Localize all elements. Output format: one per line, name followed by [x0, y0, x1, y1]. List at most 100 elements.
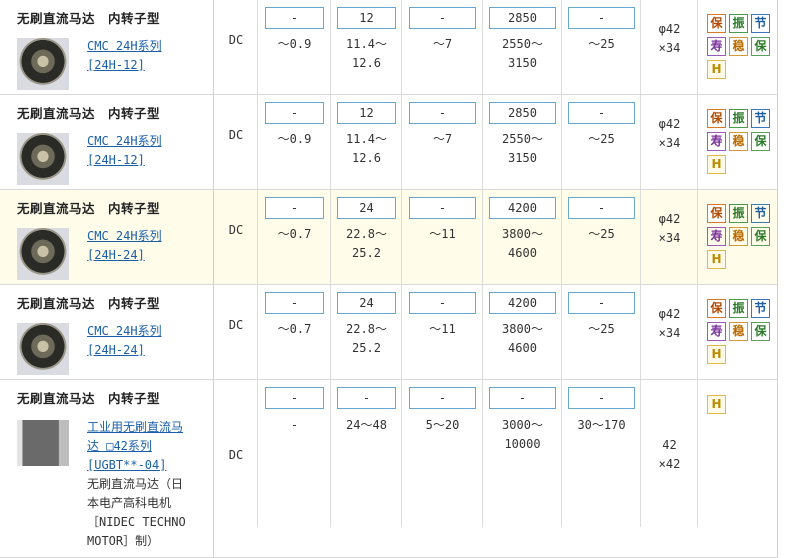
spec-box[interactable]: - [489, 387, 556, 409]
type-cell: DC [214, 0, 258, 94]
product-link[interactable]: CMC 24H系列 [24H-12] [87, 132, 162, 170]
size-cell: 42 ×42 [641, 380, 698, 527]
spec-value: 24～48 [346, 418, 387, 432]
spec-value: ～25 [588, 227, 615, 241]
long-life-icon: 寿 [707, 132, 726, 151]
spec-value: ～0.9 [277, 132, 312, 146]
spec-box[interactable]: - [409, 197, 476, 219]
size-value: φ42 ×34 [658, 22, 681, 55]
feature-icons-cell: 保 振 节 寿 稳 保 H [698, 285, 778, 379]
spec-box[interactable]: - [265, 292, 324, 314]
spec-cell: 2850 2550～ 3150 [483, 0, 562, 94]
h-class-icon: H [707, 155, 726, 174]
product-link-line[interactable]: 工业用无刷直流马 [87, 418, 183, 437]
spec-box[interactable]: - [265, 387, 324, 409]
spec-box[interactable]: - [409, 7, 476, 29]
vibration-icon: 振 [729, 204, 748, 223]
spec-box[interactable]: 4200 [489, 292, 556, 314]
motor-thumbnail[interactable] [17, 323, 69, 375]
product-link-line[interactable]: CMC 24H系列 [87, 322, 162, 341]
type-value: DC [228, 223, 244, 237]
motor-thumbnail[interactable] [17, 133, 69, 185]
h-class-icon: H [707, 395, 726, 414]
product-link[interactable]: CMC 24H系列 [24H-24] [87, 322, 162, 360]
spec-value: 2550～ 3150 [502, 132, 543, 165]
spec-box[interactable]: 24 [337, 197, 396, 219]
product-link-line[interactable]: CMC 24H系列 [87, 132, 162, 151]
product-link-line[interactable]: CMC 24H系列 [87, 227, 162, 246]
spec-box[interactable]: 24 [337, 292, 396, 314]
spec-box[interactable]: 4200 [489, 197, 556, 219]
spec-value: 22.8～ 25.2 [346, 227, 387, 260]
spec-box[interactable]: - [409, 292, 476, 314]
spec-box[interactable]: - [568, 387, 635, 409]
energy-saving-icon: 节 [751, 14, 770, 33]
product-link-line[interactable]: 达 □42系列 [87, 437, 183, 456]
product-link[interactable]: CMC 24H系列 [24H-24] [87, 227, 162, 265]
spec-value: 3000～ 10000 [502, 418, 543, 451]
spec-box[interactable]: - [568, 7, 635, 29]
spec-cell: 4200 3800～ 4600 [483, 285, 562, 379]
product-link-line[interactable]: [24H-24] [87, 246, 162, 265]
product-title: 无刷直流马达 内转子型 [17, 201, 161, 216]
table-row: 无刷直流马达 内转子型 CMC 24H系列 [24H-12] DC - ～0.9… [0, 0, 778, 95]
spec-box[interactable]: 12 [337, 102, 396, 124]
product-link-line[interactable]: CMC 24H系列 [87, 37, 162, 56]
spec-box[interactable]: - [568, 197, 635, 219]
spec-value: 22.8～ 25.2 [346, 322, 387, 355]
spec-box[interactable]: - [409, 387, 476, 409]
feature-icons-cell: H [698, 380, 778, 557]
motor-thumbnail[interactable] [17, 38, 69, 90]
product-link-line[interactable]: [24H-12] [87, 56, 162, 75]
spec-value: ～0.9 [277, 37, 312, 51]
spec-value: ～7 [432, 37, 453, 51]
stability-icon: 稳 [729, 37, 748, 56]
spec-box[interactable]: - [568, 102, 635, 124]
motor-thumbnail[interactable] [17, 420, 69, 466]
size-cell: φ42 ×34 [641, 95, 698, 189]
spec-cell: 24 22.8～ 25.2 [331, 285, 402, 379]
product-link-line[interactable]: [24H-12] [87, 151, 162, 170]
spec-cell: - ～0.9 [258, 0, 331, 94]
type-cell: DC [214, 190, 258, 284]
spec-box[interactable]: 12 [337, 7, 396, 29]
spec-cell: - 5～20 [402, 380, 483, 527]
product-link[interactable]: 工业用无刷直流马 达 □42系列 [UGBT**-04] [87, 418, 183, 475]
spec-cell: - ～11 [402, 285, 483, 379]
spec-box[interactable]: - [265, 197, 324, 219]
spec-box[interactable]: - [265, 102, 324, 124]
stability-icon: 稳 [729, 322, 748, 341]
h-class-icon: H [707, 250, 726, 269]
h-class-icon: H [707, 60, 726, 79]
spec-box[interactable]: 2850 [489, 102, 556, 124]
feature-icons-cell: 保 振 节 寿 稳 保 H [698, 190, 778, 284]
size-cell: φ42 ×34 [641, 285, 698, 379]
motor-thumbnail[interactable] [17, 228, 69, 280]
type-value: DC [228, 128, 244, 142]
protection-icon: 保 [751, 132, 770, 151]
spec-box[interactable]: 2850 [489, 7, 556, 29]
spec-box[interactable]: - [337, 387, 396, 409]
table-row: 无刷直流马达 内转子型 CMC 24H系列 [24H-24] DC - ～0.7… [0, 190, 778, 285]
spec-box[interactable]: - [265, 7, 324, 29]
type-cell: DC [214, 380, 258, 527]
spec-box[interactable]: - [409, 102, 476, 124]
type-value: DC [228, 448, 244, 462]
table-row: 无刷直流马达 内转子型 CMC 24H系列 [24H-24] DC - ～0.7… [0, 285, 778, 380]
vibration-icon: 振 [729, 299, 748, 318]
spec-cell: - ～25 [562, 190, 641, 284]
vibration-icon: 振 [729, 14, 748, 33]
product-link-line[interactable]: [24H-24] [87, 341, 162, 360]
product-title: 无刷直流马达 内转子型 [17, 106, 161, 121]
spec-cell: - ～11 [402, 190, 483, 284]
product-link-line[interactable]: [UGBT**-04] [87, 456, 183, 475]
size-value: 42 ×42 [658, 438, 681, 471]
product-title: 无刷直流马达 内转子型 [17, 11, 161, 26]
spec-value: 5～20 [425, 418, 460, 432]
spec-box[interactable]: - [568, 292, 635, 314]
feature-icons-cell: 保 振 节 寿 稳 保 H [698, 0, 778, 94]
product-link[interactable]: CMC 24H系列 [24H-12] [87, 37, 162, 75]
table-row: 无刷直流马达 内转子型 CMC 24H系列 [24H-12] DC - ～0.9… [0, 95, 778, 190]
energy-saving-icon: 节 [751, 204, 770, 223]
size-value: φ42 ×34 [658, 117, 681, 150]
